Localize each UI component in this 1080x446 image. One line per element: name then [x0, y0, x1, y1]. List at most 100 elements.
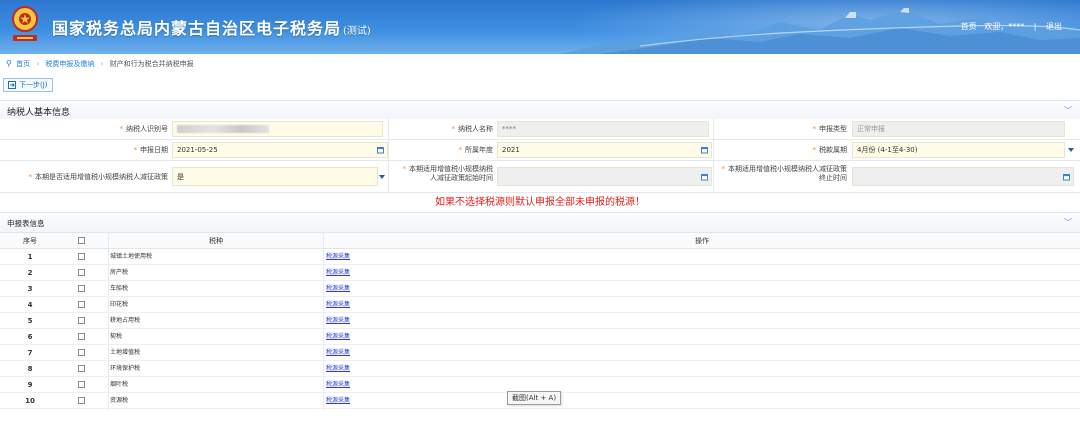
basic-info-title: 纳税人基本信息 [7, 108, 71, 118]
chevron-down-icon[interactable]: ﹀ [1064, 217, 1072, 228]
declare-type-label: * 申报类型 [812, 125, 848, 133]
declare-type-field[interactable]: 正常申报 [852, 121, 1065, 137]
row-checkbox[interactable] [78, 285, 85, 292]
form-row-2: * 申报日期 2021-05-25 * 所属年度 2021 * 税款属期 4月份 (4… [0, 140, 1080, 161]
tax-type-name: 烟叶税 [110, 381, 129, 388]
taxpayer-id-label: * 纳税人识别号 [119, 125, 169, 133]
collect-tax-source-link[interactable]: 税源采集 [326, 281, 350, 297]
column-header-operation: 操作 [695, 237, 709, 245]
year-field[interactable]: 2021 [497, 142, 712, 158]
row-index: 10 [25, 397, 35, 405]
row-checkbox[interactable] [78, 301, 85, 308]
collect-tax-source-link[interactable]: 税源采集 [326, 329, 350, 345]
table-column-divider [323, 232, 324, 410]
row-checkbox[interactable] [78, 333, 85, 340]
chevron-down-icon[interactable]: ﹀ [1064, 105, 1072, 116]
row-checkbox[interactable] [78, 269, 85, 276]
row-checkbox[interactable] [78, 397, 85, 404]
collect-tax-source-link[interactable]: 税源采集 [326, 377, 350, 393]
breadcrumb-home[interactable]: 首页 [16, 60, 30, 68]
row-checkbox[interactable] [78, 253, 85, 260]
taxpayer-id-redacted [177, 125, 269, 133]
calendar-icon[interactable] [701, 147, 708, 154]
site-title-text: 国家税务总局内蒙古自治区电子税务局 [52, 19, 342, 38]
table-row: 5 耕地占用税 税源采集 [0, 313, 1080, 329]
calendar-icon[interactable] [377, 147, 384, 154]
collect-tax-source-link[interactable]: 税源采集 [326, 313, 350, 329]
app-header: 国家税务总局内蒙古自治区电子税务局 (测试) 首页 欢迎，**** | 退出 [0, 0, 1080, 54]
breadcrumb-arrow-icon: › [36, 60, 40, 68]
row-index: 7 [27, 349, 33, 357]
welcome-text: 欢迎，**** [984, 22, 1025, 31]
taxpayer-id-field[interactable] [172, 121, 383, 137]
tax-type-name: 车船税 [110, 285, 129, 292]
period-label: * 税款属期 [812, 146, 848, 154]
collect-tax-source-link[interactable]: 税源采集 [326, 265, 350, 281]
calendar-icon[interactable] [1063, 173, 1070, 180]
tax-type-name: 城镇土地使用税 [110, 253, 153, 260]
row-index: 4 [27, 301, 33, 309]
declare-date-label: * 申报日期 [133, 146, 169, 154]
breadcrumb-declare[interactable]: 税费申报及缴纳 [45, 60, 94, 68]
home-link[interactable]: 首页 [961, 22, 977, 31]
row-index: 3 [27, 285, 33, 293]
dropdown-arrow-icon[interactable] [1068, 148, 1074, 152]
tax-type-name: 环境保护税 [110, 365, 141, 372]
collect-tax-source-link[interactable]: 税源采集 [326, 393, 350, 409]
form-column-divider [388, 119, 389, 193]
tax-type-name: 印花税 [110, 301, 129, 308]
table-row: 2 房产税 税源采集 [0, 265, 1080, 281]
tax-type-name: 耕地占用税 [110, 317, 141, 324]
form-row-1: * 纳税人识别号 * 纳税人名称 **** * 申报类型 正常申报 [0, 119, 1080, 140]
select-all-checkbox[interactable] [78, 237, 85, 244]
basic-info-section-header[interactable]: 纳税人基本信息 ﹀ [0, 100, 1080, 119]
next-step-label: 下一步(J) [19, 81, 48, 89]
breadcrumb-arrow-icon: › [100, 60, 104, 68]
tax-type-name: 契税 [110, 333, 123, 340]
table-row: 3 车船税 税源采集 [0, 281, 1080, 297]
row-index: 2 [27, 269, 33, 277]
screenshot-tooltip: 截图(Alt + A) [507, 391, 562, 405]
policy-end-field[interactable] [852, 167, 1074, 186]
small-policy-select[interactable]: 是 [172, 167, 385, 186]
collect-tax-source-link[interactable]: 税源采集 [326, 345, 350, 361]
location-pin-icon: ⚲ [6, 59, 12, 68]
declaration-section-header[interactable]: 申报表信息 ﹀ [0, 212, 1080, 232]
row-index: 8 [27, 365, 33, 373]
form-column-divider [713, 119, 714, 193]
next-step-button[interactable]: 下一步(J) [3, 78, 53, 92]
logout-link[interactable]: 退出 [1046, 22, 1062, 31]
table-row: 4 印花税 税源采集 [0, 297, 1080, 313]
taxpayer-name-field[interactable]: **** [497, 121, 709, 137]
tax-type-name: 资源税 [110, 397, 129, 404]
table-column-divider [108, 232, 109, 410]
small-policy-label: * 本期是否适用增值税小规模纳税人减征政策 [28, 173, 169, 181]
table-row: 8 环境保护税 税源采集 [0, 361, 1080, 377]
collect-tax-source-link[interactable]: 税源采集 [326, 297, 350, 313]
period-select[interactable]: 4月份 (4-1至4-30) [852, 142, 1074, 158]
taxpayer-name-label: * 纳税人名称 [451, 125, 494, 133]
tax-type-name: 土地增值税 [110, 349, 141, 356]
collect-tax-source-link[interactable]: 税源采集 [326, 361, 350, 377]
row-checkbox[interactable] [78, 381, 85, 388]
policy-start-field[interactable] [497, 167, 712, 186]
policy-start-label: * 本期适用增值税小规模纳税 人减征政策起始时间 [402, 165, 494, 182]
breadcrumb-current: 财产和行为税合并纳税申报 [109, 60, 194, 68]
column-header-index: 序号 [23, 237, 37, 245]
row-checkbox[interactable] [78, 349, 85, 356]
site-title: 国家税务总局内蒙古自治区电子税务局 (测试) [52, 15, 371, 39]
row-checkbox[interactable] [78, 365, 85, 372]
calendar-icon[interactable] [701, 173, 708, 180]
column-header-tax-type: 税种 [209, 237, 223, 245]
declare-date-field[interactable]: 2021-05-25 [172, 142, 388, 158]
tax-emblem-icon [12, 6, 38, 41]
dropdown-arrow-icon[interactable] [379, 174, 385, 179]
year-label: * 所属年度 [458, 146, 494, 154]
row-index: 9 [27, 381, 33, 389]
next-step-icon [8, 81, 16, 89]
breadcrumb: ⚲ 首页 › 税费申报及缴纳 › 财产和行为税合并纳税申报 [6, 59, 194, 70]
table-row: 1 城镇土地使用税 税源采集 [0, 249, 1080, 265]
row-index: 6 [27, 333, 33, 341]
row-checkbox[interactable] [78, 317, 85, 324]
collect-tax-source-link[interactable]: 税源采集 [326, 249, 350, 265]
